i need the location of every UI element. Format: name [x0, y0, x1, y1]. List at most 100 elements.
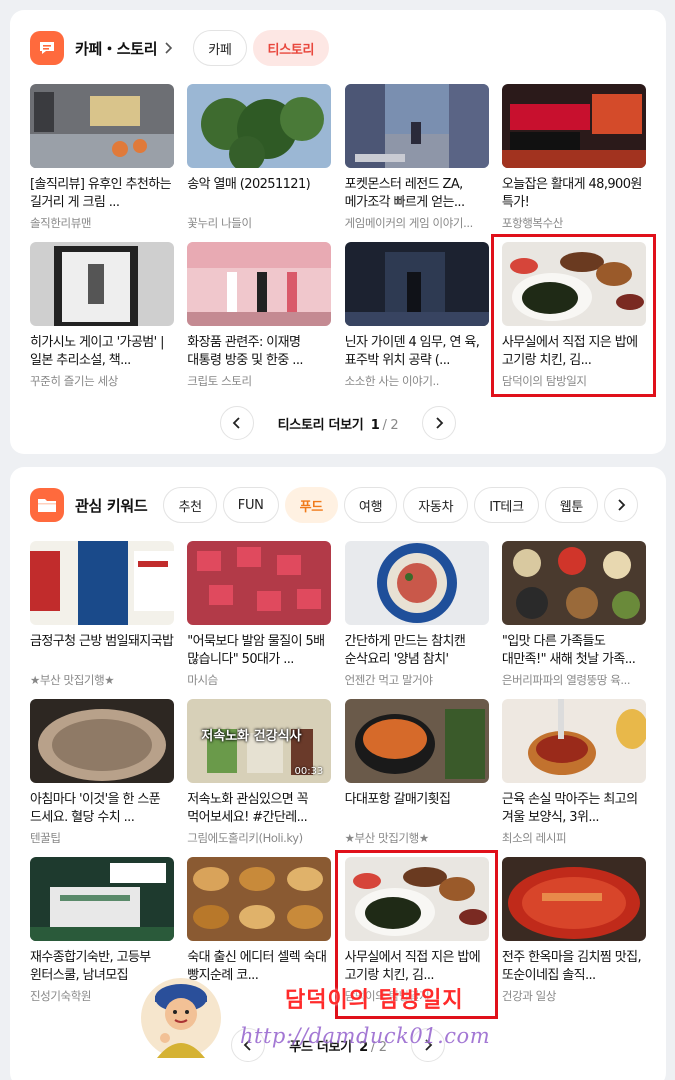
card-source: 소소한 사는 이야기..: [344, 374, 440, 388]
thumbnail-restaurant-sign: [30, 541, 174, 625]
card-source: 크립토 스토리: [187, 374, 252, 388]
thumbnail-bakery: [187, 857, 332, 941]
card-title: 전주 한옥마을 김치찜 맛집, 또순이네집 솔직...: [501, 950, 642, 983]
card-source: 꾸준히 즐기는 세상: [30, 374, 118, 388]
content-card[interactable]: 저속노화 건강식사 00:33 저속노화 관심있으면 꼭 먹어보세요! #간단레..…: [187, 699, 332, 857]
card-title: 아침마다 '이것'을 한 스푼 드세요. 혈당 수치 ...: [30, 792, 161, 825]
video-caption: 저속노화 건강식사: [201, 729, 302, 744]
card-source: 언젠간 먹고 말거야: [344, 673, 433, 687]
card-source: 은버리파파의 열령뚱땅 육...: [501, 673, 631, 687]
thumbnail-lunch-plate: [501, 242, 646, 326]
card-source: 담덕이의 탐방일지: [501, 374, 587, 388]
card-source: 최소의 레시피: [501, 831, 567, 845]
card-title: 간단하게 만드는 참치캔 순삭요리 '양념 참치': [344, 634, 466, 667]
card-title: 송악 열매 (20251121): [187, 177, 311, 192]
prev-page-button[interactable]: [219, 406, 254, 440]
card-title: "어묵보다 발암 물질이 5배 많습니다" 50대가 ...: [187, 634, 325, 667]
content-card[interactable]: 간단하게 만드는 참치캔 순삭요리 '양념 참치' 언젠간 먹고 말거야: [344, 541, 489, 699]
card-title: [솔직리뷰] 유후인 추천하는 길거리 게 크림 ...: [30, 177, 172, 210]
tab-여행[interactable]: 여행: [343, 487, 398, 523]
card-title: 사무실에서 직접 지은 밥에 고기랑 치킨, 김...: [344, 950, 481, 983]
category-tabs: 카페 티스토리: [193, 30, 330, 66]
content-card[interactable]: "어묵보다 발암 물질이 5배 많습니다" 50대가 ... 마시슴: [187, 541, 332, 699]
tab-카페[interactable]: 카페: [193, 30, 247, 66]
thumbnail-lunch-plate: [344, 857, 489, 941]
content-card[interactable]: 오늘잡은 활대게 48,900원 특가! 포항행복수산: [501, 84, 646, 242]
thumbnail-game-dark: [344, 242, 489, 326]
content-card[interactable]: 포켓몬스터 레전드 ZA, 메가조각 빠르게 얻는... 게임메이커의 게임 이야…: [344, 84, 489, 242]
keyword-tabs-next-button[interactable]: [604, 488, 639, 522]
card-title: 닌자 가이덴 4 임무, 연 육, 표주박 위치 공략 (...: [344, 335, 480, 368]
chevron-right-icon: [163, 41, 173, 55]
card-source: 텐꿀팁: [30, 831, 61, 845]
thumbnail-shop-counter: [30, 84, 174, 168]
section-title-link[interactable]: 카페・스토리: [75, 38, 158, 59]
pagination: 티스토리 더보기 1/ 2: [10, 406, 666, 440]
tab-티스토리[interactable]: 티스토리: [252, 30, 330, 66]
content-card[interactable]: 다대포항 갈매기횟집 ★부산 맛집기행★: [344, 699, 489, 857]
thumbnail-video-food: 저속노화 건강식사 00:33: [187, 699, 332, 783]
card-title: 히가시노 게이고 '가공범' | 일본 추리소설, 책...: [30, 335, 165, 368]
thumbnail-cosmetics-store: [187, 242, 332, 326]
tab-푸드[interactable]: 푸드: [284, 487, 338, 523]
card-source: 포항행복수산: [501, 216, 563, 230]
thumbnail-banchan-table: [501, 541, 646, 625]
chevron-left-icon: [232, 417, 240, 429]
card-source: ★부산 맛집기행★: [344, 831, 430, 845]
tab-FUN[interactable]: FUN: [222, 487, 279, 523]
folder-icon: [30, 488, 64, 522]
video-duration: 00:33: [294, 766, 324, 777]
thumbnail-kimchi-stew: [501, 857, 646, 941]
card-source: 솔직한리뷰맨: [30, 216, 92, 230]
card-title: 오늘잡은 활대게 48,900원 특가!: [501, 177, 642, 210]
card-source: 꽃누리 나들이: [187, 216, 252, 230]
thumbnail-stew-pot: [344, 699, 489, 783]
content-card[interactable]: 송악 열매 (20251121) 꽃누리 나들이: [187, 84, 332, 242]
avatar-watermark: [137, 968, 225, 1068]
card-source: ★부산 맛집기행★: [30, 673, 115, 687]
card-title: 다대포항 갈매기횟집: [344, 792, 451, 807]
card-title: 화장품 관련주: 이재명 대통령 방중 및 한중 ...: [187, 335, 303, 368]
watermark-url: http://damduck01.com: [240, 1024, 491, 1048]
thumbnail-meat-cubes: [187, 541, 332, 625]
tab-추천[interactable]: 추천: [163, 487, 217, 523]
card-title: 저속노화 관심있으면 꼭 먹어보세요! #간단레...: [187, 792, 308, 825]
content-card[interactable]: 화장품 관련주: 이재명 대통령 방중 및 한중 ... 크립토 스토리: [187, 242, 332, 400]
thumbnail-soup-spoon: [501, 699, 646, 783]
section-title: 관심 키워드: [75, 496, 148, 515]
content-card[interactable]: 금정구청 근방 범일돼지국밥 ★부산 맛집기행★: [30, 541, 174, 699]
thumbnail-grains-bowl: [30, 699, 174, 783]
card-title: "입맛 다른 가족들도 대만족!" 새해 첫날 가족...: [501, 634, 636, 667]
card-source: 마시슴: [187, 673, 218, 687]
content-card[interactable]: 전주 한옥마을 김치찜 맛집, 또순이네집 솔직... 건강과 일상: [501, 857, 646, 1015]
card-title: 포켓몬스터 레전드 ZA, 메가조각 빠르게 얻는...: [344, 177, 466, 210]
tab-자동차[interactable]: 자동차: [403, 487, 469, 523]
content-card[interactable]: 사무실에서 직접 지은 밥에 고기랑 치킨, 김... 담덕이의 탐방일지: [501, 242, 646, 400]
card-source: 그림에도홀리키(Holi.ky): [187, 831, 303, 845]
content-card[interactable]: [솔직리뷰] 유후인 추천하는 길거리 게 크림 ... 솔직한리뷰맨: [30, 84, 174, 242]
chat-bubble-icon: [30, 31, 64, 65]
thumbnail-school-ad: [30, 857, 174, 941]
thumbnail-game-street: [344, 84, 489, 168]
next-page-button[interactable]: [422, 406, 457, 440]
story-grid: [솔직리뷰] 유후인 추천하는 길거리 게 크림 ... 솔직한리뷰맨 송악 열매 …: [30, 84, 646, 400]
content-card[interactable]: 히가시노 게이고 '가공범' | 일본 추리소설, 책... 꾸준히 즐기는 세상: [30, 242, 174, 400]
thumbnail-ivy-leaves: [187, 84, 332, 168]
content-card[interactable]: "입맛 다른 가족들도 대만족!" 새해 첫날 가족... 은버리파파의 열령뚱땅…: [501, 541, 646, 699]
more-label: 티스토리 더보기: [277, 417, 364, 433]
content-card[interactable]: 근육 손실 막아주는 최고의 겨울 보양식, 3위... 최소의 레시피: [501, 699, 646, 857]
chevron-right-icon: [436, 417, 444, 429]
more-link[interactable]: 티스토리 더보기 1/ 2: [278, 414, 399, 433]
page-total: / 2: [382, 417, 399, 433]
content-card[interactable]: 아침마다 '이것'을 한 스푼 드세요. 혈당 수치 ... 텐꿀팁: [30, 699, 174, 857]
thumbnail-crab-ad: [501, 84, 646, 168]
content-card[interactable]: 닌자 가이덴 4 임무, 연 육, 표주박 위치 공략 (... 소소한 사는 이…: [344, 242, 489, 400]
section-header: 카페・스토리 카페 티스토리: [30, 28, 650, 68]
tab-IT테크[interactable]: IT테크: [474, 487, 539, 523]
thumbnail-tuna-plate: [344, 541, 489, 625]
page-current: 1: [370, 417, 380, 433]
card-source: 게임메이커의 게임 이야기...: [344, 216, 474, 230]
food-grid: 금정구청 근방 범일돼지국밥 ★부산 맛집기행★ "어묵보다 발암 물질이 5배 많…: [30, 541, 646, 1015]
thumbnail-book-cover: [30, 242, 174, 326]
tab-웹툰[interactable]: 웹툰: [544, 487, 599, 523]
